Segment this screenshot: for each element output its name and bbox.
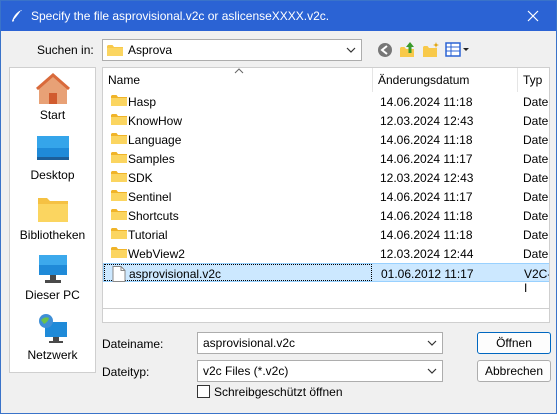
sort-up-icon <box>234 68 244 74</box>
folder-row[interactable]: Tutorial 14.06.2024 11:18 Datei <box>103 225 550 244</box>
folder-icon <box>111 171 127 182</box>
new-folder-icon[interactable] <box>422 41 440 59</box>
file-name: KnowHow <box>128 114 183 128</box>
file-open-dialog: Specify the file asprovisional.v2c or as… <box>0 0 557 414</box>
folder-row[interactable]: Sentinel 14.06.2024 11:17 Datei <box>103 187 550 206</box>
column-header-date[interactable]: Änderungsdatum <box>373 68 518 92</box>
file-date: 01.06.2012 11:17 <box>381 267 474 281</box>
place-label: Desktop <box>30 168 75 182</box>
folder-row[interactable]: Shortcuts 14.06.2024 11:18 Datei <box>103 206 550 225</box>
file-type: Datei <box>523 114 550 128</box>
file-name: Language <box>128 133 182 147</box>
file-type: Datei <box>523 247 550 261</box>
folder-icon <box>111 152 127 163</box>
chevron-down-icon <box>427 368 437 374</box>
place-label: Start <box>39 108 66 122</box>
filename-combo[interactable]: asprovisional.v2c <box>197 332 443 354</box>
folder-icon <box>111 190 127 201</box>
file-name: Shortcuts <box>128 209 179 223</box>
place-label: Netzwerk <box>27 348 78 362</box>
folder-icon <box>111 95 127 106</box>
place-start[interactable]: Start <box>10 72 95 132</box>
file-name: Samples <box>128 152 175 166</box>
lookin-label: Suchen in: <box>37 43 94 57</box>
file-type: Datei <box>523 171 550 185</box>
place-this-pc[interactable]: Dieser PC <box>10 252 95 312</box>
file-date: 12.03.2024 12:43 <box>380 114 474 128</box>
file-type: Datei <box>523 190 550 204</box>
chevron-down-icon <box>346 47 356 53</box>
folder-icon <box>111 228 127 239</box>
file-row[interactable]: asprovisional.v2c 01.06.2012 11:17 V2C-I <box>103 263 549 295</box>
place-label: Dieser PC <box>25 288 80 302</box>
folder-icon <box>111 209 127 220</box>
chevron-down-icon <box>427 340 437 346</box>
lookin-value: Asprova <box>128 43 173 57</box>
file-type: Datei <box>523 95 550 109</box>
readonly-checkbox[interactable] <box>197 385 210 398</box>
folder-row[interactable]: SDK 12.03.2024 12:43 Datei <box>103 168 550 187</box>
title-bar: Specify the file asprovisional.v2c or as… <box>1 1 556 31</box>
close-button[interactable] <box>510 1 556 31</box>
folder-row[interactable]: Samples 14.06.2024 11:17 Datei <box>103 149 550 168</box>
up-folder-icon[interactable] <box>399 41 417 59</box>
readonly-label: Schreibgeschützt öffnen <box>214 385 343 399</box>
file-name: WebView2 <box>128 247 185 261</box>
file-type: V2C-I <box>524 267 550 295</box>
file-name: Sentinel <box>128 190 172 204</box>
place-desktop[interactable]: Desktop <box>10 132 95 192</box>
column-header-type[interactable]: Typ <box>518 68 549 92</box>
back-icon[interactable] <box>376 41 394 59</box>
window-title: Specify the file asprovisional.v2c or as… <box>31 9 330 23</box>
folder-row[interactable]: Hasp 14.06.2024 11:18 Datei <box>103 92 550 111</box>
folder-icon <box>111 247 127 258</box>
open-button[interactable]: Öffnen <box>477 332 551 354</box>
file-date: 14.06.2024 11:17 <box>380 152 473 166</box>
filetype-label: Dateityp: <box>102 365 150 379</box>
place-libraries[interactable]: Bibliotheken <box>10 192 95 252</box>
horizontal-scrollbar[interactable] <box>102 309 550 323</box>
folder-icon <box>111 133 127 144</box>
file-type: Datei <box>523 133 550 147</box>
file-name: SDK <box>128 171 153 185</box>
place-network[interactable]: Netzwerk <box>10 312 95 372</box>
file-date: 14.06.2024 11:18 <box>380 133 473 147</box>
file-type: Datei <box>523 209 550 223</box>
app-feather-icon <box>12 10 22 22</box>
this-pc-icon <box>38 255 67 283</box>
place-label: Bibliotheken <box>19 228 86 242</box>
file-type: Datei <box>523 152 550 166</box>
home-icon <box>35 73 70 104</box>
file-type: Datei <box>523 228 550 242</box>
file-date: 12.03.2024 12:44 <box>380 247 474 261</box>
lookin-combo[interactable]: Asprova <box>102 39 362 61</box>
file-date: 14.06.2024 11:18 <box>380 228 473 242</box>
file-name: Tutorial <box>128 228 168 242</box>
file-date: 14.06.2024 11:18 <box>380 95 473 109</box>
folder-row[interactable]: Language 14.06.2024 11:18 Datei <box>103 130 550 149</box>
filetype-select[interactable]: v2c Files (*.v2c) <box>197 360 443 382</box>
close-icon <box>527 10 539 22</box>
folder-row[interactable]: KnowHow 12.03.2024 12:43 Datei <box>103 111 550 130</box>
network-icon <box>38 314 67 343</box>
filename-label: Dateiname: <box>102 337 164 351</box>
view-menu-icon[interactable] <box>445 41 471 59</box>
file-date: 12.03.2024 12:43 <box>380 171 474 185</box>
filename-value: asprovisional.v2c <box>203 336 296 350</box>
cancel-button[interactable]: Abbrechen <box>477 360 551 382</box>
file-name: Hasp <box>128 95 157 109</box>
file-icon <box>112 266 126 282</box>
desktop-icon <box>36 136 69 160</box>
places-bar: Start Desktop Bibliotheken Dieser PC Net… <box>9 67 96 373</box>
filetype-value: v2c Files (*.v2c) <box>203 364 289 378</box>
folder-icon <box>111 114 127 125</box>
file-list[interactable]: Name Änderungsdatum Typ Hasp 14.06.2024 1… <box>102 67 550 309</box>
file-date: 14.06.2024 11:17 <box>380 190 473 204</box>
folder-row[interactable]: WebView2 12.03.2024 12:44 Datei <box>103 244 550 263</box>
folder-icon <box>107 45 123 56</box>
file-name: asprovisional.v2c <box>129 267 222 281</box>
libraries-icon <box>37 198 68 222</box>
file-date: 14.06.2024 11:18 <box>380 209 473 223</box>
